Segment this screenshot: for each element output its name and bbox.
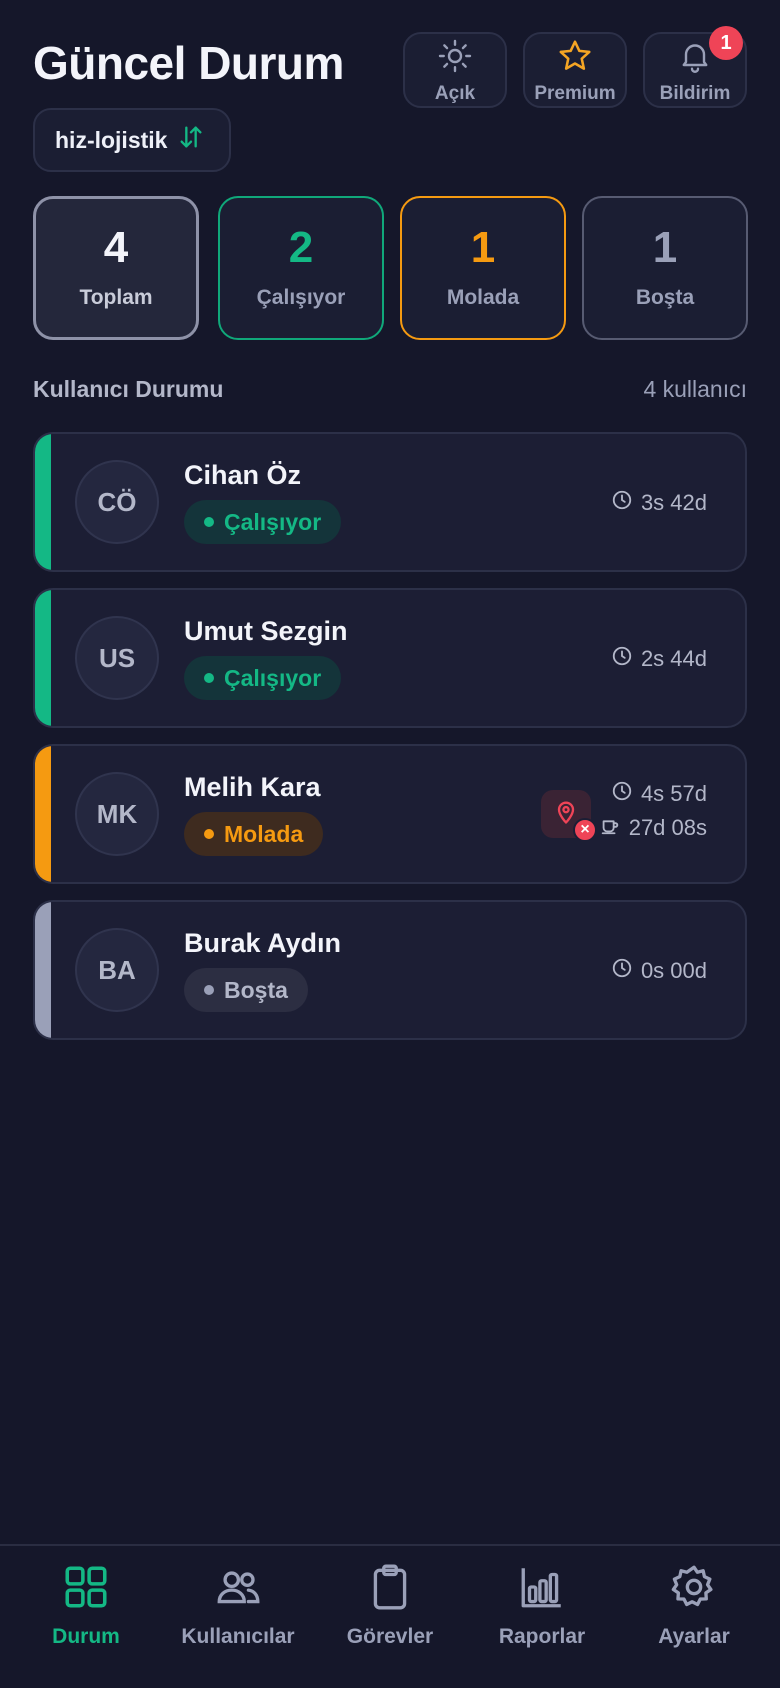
stat-working-value: 2	[288, 223, 314, 272]
stat-idle-value: 1	[652, 223, 678, 272]
company-switcher[interactable]: hiz-lojistik	[33, 108, 232, 172]
stat-break-value: 1	[470, 223, 496, 272]
bell-icon	[677, 36, 713, 79]
work-duration: 0s 00d	[611, 957, 707, 985]
work-duration: 2s 44d	[611, 645, 707, 673]
status-label: Molada	[224, 820, 304, 847]
swap-arrows-icon	[177, 123, 205, 157]
avatar: US	[75, 616, 159, 700]
work-duration: 3s 42d	[611, 489, 707, 517]
app-screen: Güncel Durum Açık Premium Bildirim 1 hiz…	[0, 0, 780, 1688]
user-card[interactable]: US Umut Sezgin Çalışıyor 2s 44d	[33, 588, 747, 728]
stat-idle-label: Boşta	[635, 286, 695, 309]
sun-icon	[437, 36, 473, 79]
status-stripe	[35, 590, 51, 726]
nav-item-gorevler[interactable]: Görevler	[315, 1546, 465, 1688]
page-title: Güncel Durum	[33, 37, 344, 89]
star-icon	[557, 36, 593, 79]
notifications-button[interactable]: Bildirim 1	[643, 26, 747, 108]
duration-text: 2s 44d	[640, 646, 707, 671]
status-dot	[204, 985, 214, 995]
status-label: Çalışıyor	[224, 508, 322, 535]
duration-text: 0s 00d	[640, 958, 707, 983]
bottom-nav: Durum Kullanıcılar Görevler Raporlar Aya…	[0, 1544, 780, 1688]
status-label: Çalışıyor	[224, 664, 322, 691]
gear-icon	[669, 1562, 719, 1617]
stat-working-card[interactable]: 2 Çalışıyor	[218, 196, 384, 340]
section-title: Kullanıcı Durumu	[33, 376, 224, 402]
nav-item-ayarlar[interactable]: Ayarlar	[619, 1546, 769, 1688]
stat-total-value: 4	[103, 223, 129, 272]
break-duration-text: 27d 08s	[628, 815, 707, 840]
location-alert-button[interactable]: ×	[541, 790, 597, 842]
clock-icon	[611, 780, 633, 808]
theme-toggle-button[interactable]: Açık	[403, 32, 507, 108]
notifications-label: Bildirim	[659, 82, 731, 104]
nav-label: Durum	[52, 1625, 120, 1648]
clock-icon	[611, 957, 633, 985]
stat-break-label: Molada	[446, 286, 520, 309]
stat-working-label: Çalışıyor	[256, 286, 346, 309]
status-stripe	[35, 434, 51, 570]
user-card[interactable]: MK Melih Kara Molada × 4s 57d 27d 08s	[33, 744, 747, 884]
user-name: Burak Aydın	[184, 928, 342, 958]
coffee-cup-icon	[599, 814, 621, 842]
status-label: Boşta	[224, 976, 288, 1003]
duration-text: 3s 42d	[640, 490, 707, 515]
notification-badge: 1	[709, 26, 743, 60]
company-name: hiz-lojistik	[55, 126, 168, 153]
close-icon: ×	[573, 818, 597, 842]
break-duration: 27d 08s	[599, 814, 707, 842]
nav-label: Ayarlar	[658, 1625, 730, 1648]
grid-icon	[61, 1562, 111, 1617]
status-dot	[204, 829, 214, 839]
user-name: Melih Kara	[184, 772, 321, 802]
theme-toggle-label: Açık	[434, 82, 476, 104]
status-badge: Boşta	[184, 968, 308, 1012]
nav-item-kullanicilar[interactable]: Kullanıcılar	[163, 1546, 313, 1688]
status-dot	[204, 517, 214, 527]
status-badge: Çalışıyor	[184, 500, 342, 544]
avatar: MK	[75, 772, 159, 856]
user-card[interactable]: CÖ Cihan Öz Çalışıyor 3s 42d	[33, 432, 747, 572]
status-stripe	[35, 902, 51, 1038]
stat-total-label: Toplam	[79, 286, 153, 309]
stat-idle-card[interactable]: 1 Boşta	[582, 196, 748, 340]
clock-icon	[611, 645, 633, 673]
user-card[interactable]: BA Burak Aydın Boşta 0s 00d	[33, 900, 747, 1040]
nav-item-durum[interactable]: Durum	[11, 1546, 161, 1688]
status-stripe	[35, 746, 51, 882]
duration-text: 4s 57d	[640, 781, 707, 806]
user-name: Umut Sezgin	[184, 616, 348, 646]
avatar: CÖ	[75, 460, 159, 544]
status-badge: Molada	[184, 812, 324, 856]
nav-label: Raporlar	[498, 1625, 586, 1648]
nav-label: Kullanıcılar	[181, 1625, 295, 1648]
stat-break-card[interactable]: 1 Molada	[400, 196, 566, 340]
bar-chart-icon	[517, 1562, 567, 1617]
status-badge: Çalışıyor	[184, 656, 342, 700]
premium-label: Premium	[534, 82, 616, 104]
header: Güncel Durum Açık Premium Bildirim 1	[33, 26, 747, 108]
user-count: 4 kullanıcı	[643, 376, 747, 402]
nav-label: Görevler	[346, 1625, 434, 1648]
users-icon	[213, 1562, 263, 1617]
nav-item-raporlar[interactable]: Raporlar	[467, 1546, 617, 1688]
user-name: Cihan Öz	[184, 460, 302, 490]
stat-total-card[interactable]: 4 Toplam	[33, 196, 199, 340]
work-duration: 4s 57d	[611, 780, 707, 808]
status-dot	[204, 673, 214, 683]
premium-button[interactable]: Premium	[523, 32, 627, 108]
avatar: BA	[75, 928, 159, 1012]
clock-icon	[611, 489, 633, 517]
clipboard-icon	[365, 1562, 415, 1617]
